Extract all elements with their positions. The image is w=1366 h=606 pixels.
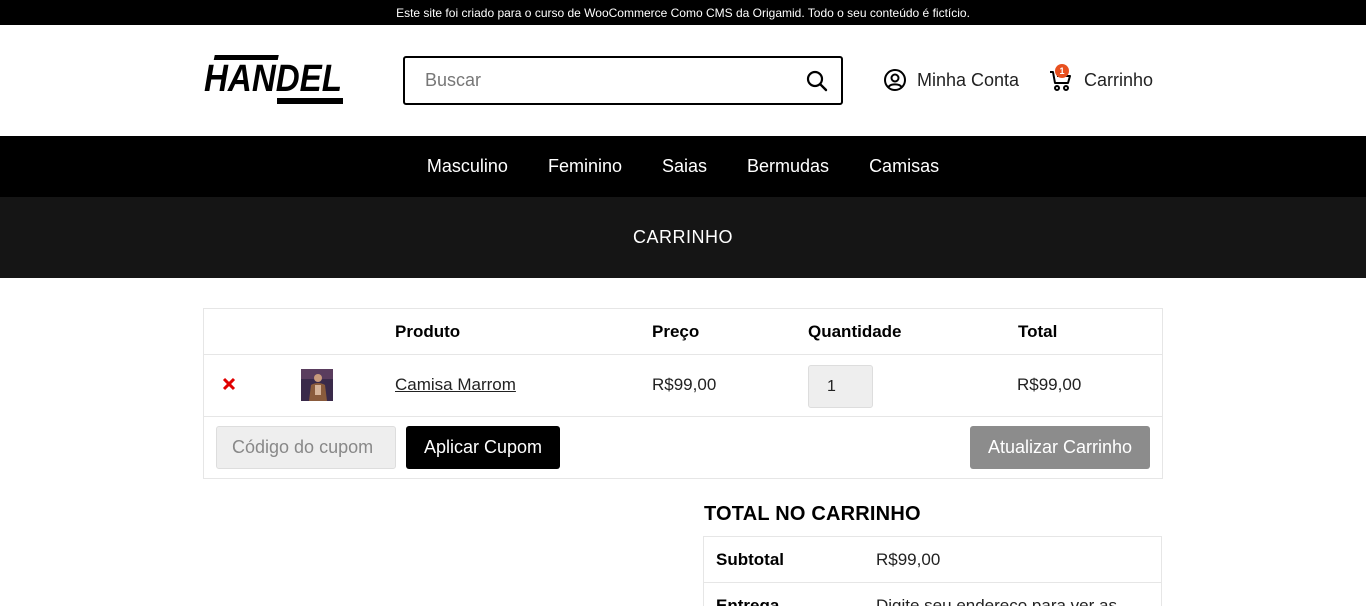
shipping-value: Digite seu endereço para ver as bbox=[876, 596, 1117, 606]
handel-logo[interactable]: HANDEL bbox=[203, 54, 344, 107]
subtotal-value: R$99,00 bbox=[876, 550, 941, 569]
my-account-link[interactable]: Minha Conta bbox=[883, 68, 1019, 92]
cart-label: Carrinho bbox=[1084, 69, 1154, 90]
search-icon[interactable] bbox=[805, 69, 829, 93]
svg-text:HANDEL: HANDEL bbox=[204, 58, 342, 100]
cart-actions-row: Aplicar Cupom Atualizar Carrinho bbox=[204, 417, 1162, 478]
search-box bbox=[403, 56, 843, 105]
cart-icon: 1 bbox=[1049, 64, 1073, 92]
cart-totals-table: Subtotal R$99,00 Entrega Digite seu ende… bbox=[703, 536, 1162, 606]
user-circle-icon bbox=[883, 68, 907, 92]
coupon-code-input[interactable] bbox=[216, 426, 396, 469]
line-total: R$99,00 bbox=[1017, 375, 1082, 394]
totals-row-shipping: Entrega Digite seu endereço para ver as bbox=[704, 583, 1161, 606]
cart-totals-title: TOTAL NO CARRINHO bbox=[704, 503, 921, 525]
header-quantity: Quantidade bbox=[808, 322, 902, 341]
cart-link[interactable]: 1 Carrinho bbox=[1049, 64, 1154, 92]
remove-x-icon[interactable] bbox=[222, 377, 236, 391]
nav-item-saias[interactable]: Saias bbox=[662, 156, 707, 177]
header-price: Preço bbox=[652, 322, 700, 341]
page-title: CARRINHO bbox=[632, 227, 733, 247]
product-price: R$99,00 bbox=[652, 375, 717, 394]
header-product: Produto bbox=[395, 322, 461, 341]
page-title-bar: CARRINHO bbox=[0, 197, 1366, 278]
site-notice-text: Este site foi criado para o curso de Woo… bbox=[396, 5, 970, 20]
totals-row-subtotal: Subtotal R$99,00 bbox=[704, 537, 1161, 583]
quantity-input[interactable] bbox=[808, 365, 873, 408]
subtotal-label: Subtotal bbox=[716, 550, 784, 569]
main-nav: Masculino Feminino Saias Bermudas Camisa… bbox=[0, 136, 1366, 197]
header-total: Total bbox=[1018, 322, 1058, 341]
site-header: HANDEL Minha Conta 1 Carrinho bbox=[0, 25, 1366, 136]
site-notice-bar: Este site foi criado para o curso de Woo… bbox=[0, 0, 1366, 25]
cart-table: Produto Preço Quantidade Total Camisa Ma… bbox=[203, 308, 1163, 479]
cart-count-badge: 1 bbox=[1055, 64, 1069, 78]
nav-item-camisas[interactable]: Camisas bbox=[869, 156, 939, 177]
nav-item-feminino[interactable]: Feminino bbox=[548, 156, 622, 177]
apply-coupon-button[interactable]: Aplicar Cupom bbox=[406, 426, 560, 469]
nav-item-masculino[interactable]: Masculino bbox=[427, 156, 508, 177]
search-input[interactable] bbox=[405, 58, 785, 103]
cart-item-row: Camisa Marrom R$99,00 R$99,00 bbox=[204, 355, 1162, 417]
nav-item-bermudas[interactable]: Bermudas bbox=[747, 156, 829, 177]
update-cart-button[interactable]: Atualizar Carrinho bbox=[970, 426, 1150, 469]
product-thumbnail[interactable] bbox=[301, 369, 333, 401]
cart-table-header: Produto Preço Quantidade Total bbox=[204, 309, 1162, 355]
product-name-link[interactable]: Camisa Marrom bbox=[395, 375, 516, 395]
my-account-label: Minha Conta bbox=[917, 69, 1020, 90]
shipping-label: Entrega bbox=[716, 596, 780, 606]
